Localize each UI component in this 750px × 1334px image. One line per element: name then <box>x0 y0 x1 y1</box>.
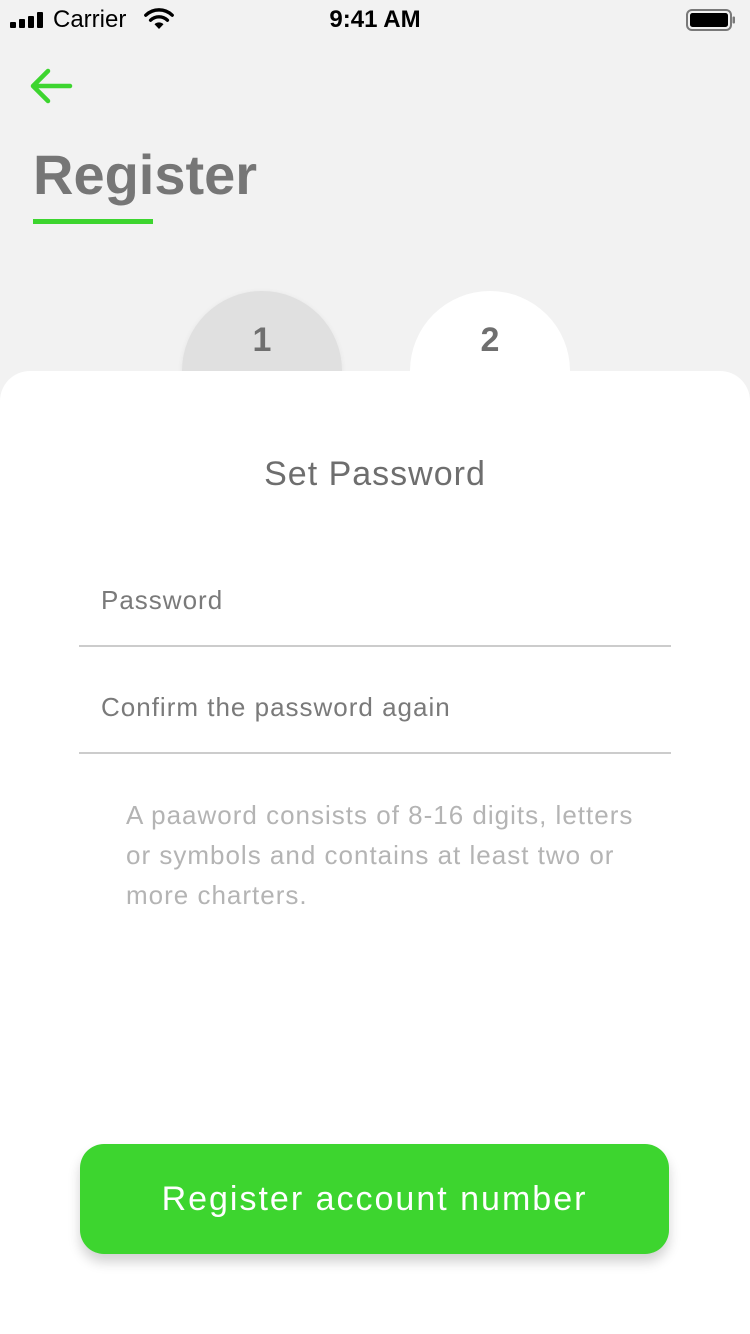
register-button[interactable]: Register account number <box>80 1144 669 1254</box>
clock: 9:41 AM <box>329 6 421 33</box>
page-title: Register <box>33 143 258 206</box>
form-title: Set Password <box>264 455 486 493</box>
arrow-left-icon <box>30 68 73 104</box>
form-card: Set Password A paaword consists of 8-16 … <box>0 371 750 1334</box>
battery-icon <box>686 9 735 31</box>
confirm-password-input[interactable] <box>101 662 661 752</box>
confirm-password-field <box>79 662 671 754</box>
back-button[interactable] <box>28 64 76 108</box>
password-input[interactable] <box>101 555 661 645</box>
title-underline <box>33 219 153 224</box>
status-bar: Carrier 9:41 AM <box>0 0 750 40</box>
password-hint: A paaword consists of 8-16 digits, lette… <box>126 800 634 910</box>
password-field <box>79 555 671 647</box>
